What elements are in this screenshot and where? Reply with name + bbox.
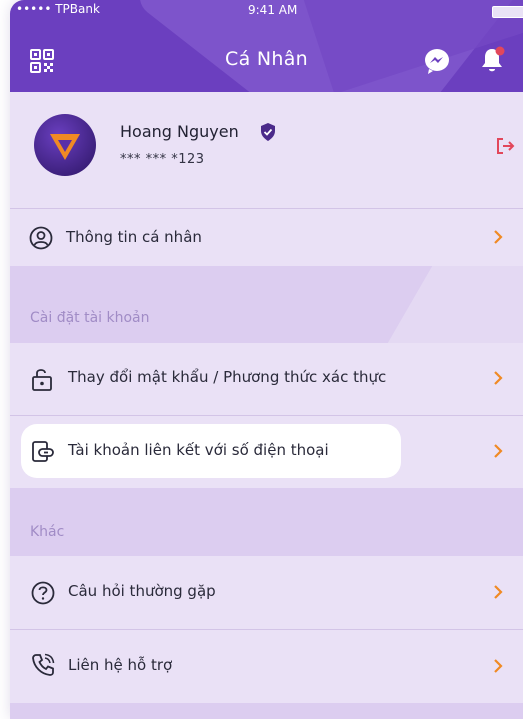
menu-item-change-password[interactable]: Thay đổi mật khẩu / Phương thức xác thực xyxy=(10,343,523,415)
link-icon xyxy=(30,439,56,465)
chevron-right-icon xyxy=(491,228,505,246)
menu-label: Tài khoản liên kết với số điện thoại xyxy=(68,441,329,459)
user-circle-icon xyxy=(28,225,54,251)
chevron-right-icon xyxy=(491,583,505,601)
menu-item-support[interactable]: Liên hệ hỗ trợ xyxy=(10,630,523,703)
phone-screen: ••••• TPBank 9:41 AM Cá Nhân Hoang Nguye… xyxy=(10,0,523,719)
section-title: Khác xyxy=(30,524,65,540)
avatar xyxy=(34,114,96,176)
status-time: 9:41 AM xyxy=(248,3,298,17)
menu-item-personal-info[interactable]: Thông tin cá nhân xyxy=(10,209,523,266)
chevron-right-icon xyxy=(491,657,505,675)
status-bar: ••••• TPBank 9:41 AM xyxy=(10,0,523,22)
logout-icon[interactable] xyxy=(495,136,515,156)
bell-icon[interactable] xyxy=(476,44,508,76)
carrier-label: ••••• TPBank xyxy=(16,2,100,16)
messenger-icon[interactable] xyxy=(422,46,452,76)
menu-item-linked-account[interactable]: Tài khoản liên kết với số điện thoại xyxy=(10,416,523,488)
menu-label: Câu hỏi thường gặp xyxy=(68,582,216,600)
account-number: *** *** *123 xyxy=(120,152,205,167)
battery-icon xyxy=(492,6,523,18)
shield-check-icon xyxy=(258,122,278,142)
section-header-other: Khác xyxy=(10,488,523,556)
app-header: ••••• TPBank 9:41 AM Cá Nhân xyxy=(10,0,523,92)
menu-item-faq[interactable]: Câu hỏi thường gặp xyxy=(10,556,523,629)
bottom-area xyxy=(10,704,523,719)
phone-call-icon xyxy=(30,652,56,678)
menu-label: Thay đổi mật khẩu / Phương thức xác thực xyxy=(68,368,387,386)
section-header-account: Cài đặt tài khoản xyxy=(10,266,523,343)
title-bar: Cá Nhân xyxy=(10,38,523,82)
profile-card[interactable]: Hoang Nguyen *** *** *123 xyxy=(10,92,523,208)
question-icon xyxy=(30,580,56,606)
menu-label: Thông tin cá nhân xyxy=(66,228,202,246)
section-title: Cài đặt tài khoản xyxy=(30,310,150,326)
chevron-right-icon xyxy=(491,442,505,460)
menu-label: Liên hệ hỗ trợ xyxy=(68,656,173,674)
section-decoration xyxy=(385,266,523,343)
user-name: Hoang Nguyen xyxy=(120,122,239,141)
chevron-right-icon xyxy=(491,369,505,387)
lock-icon xyxy=(30,366,56,392)
